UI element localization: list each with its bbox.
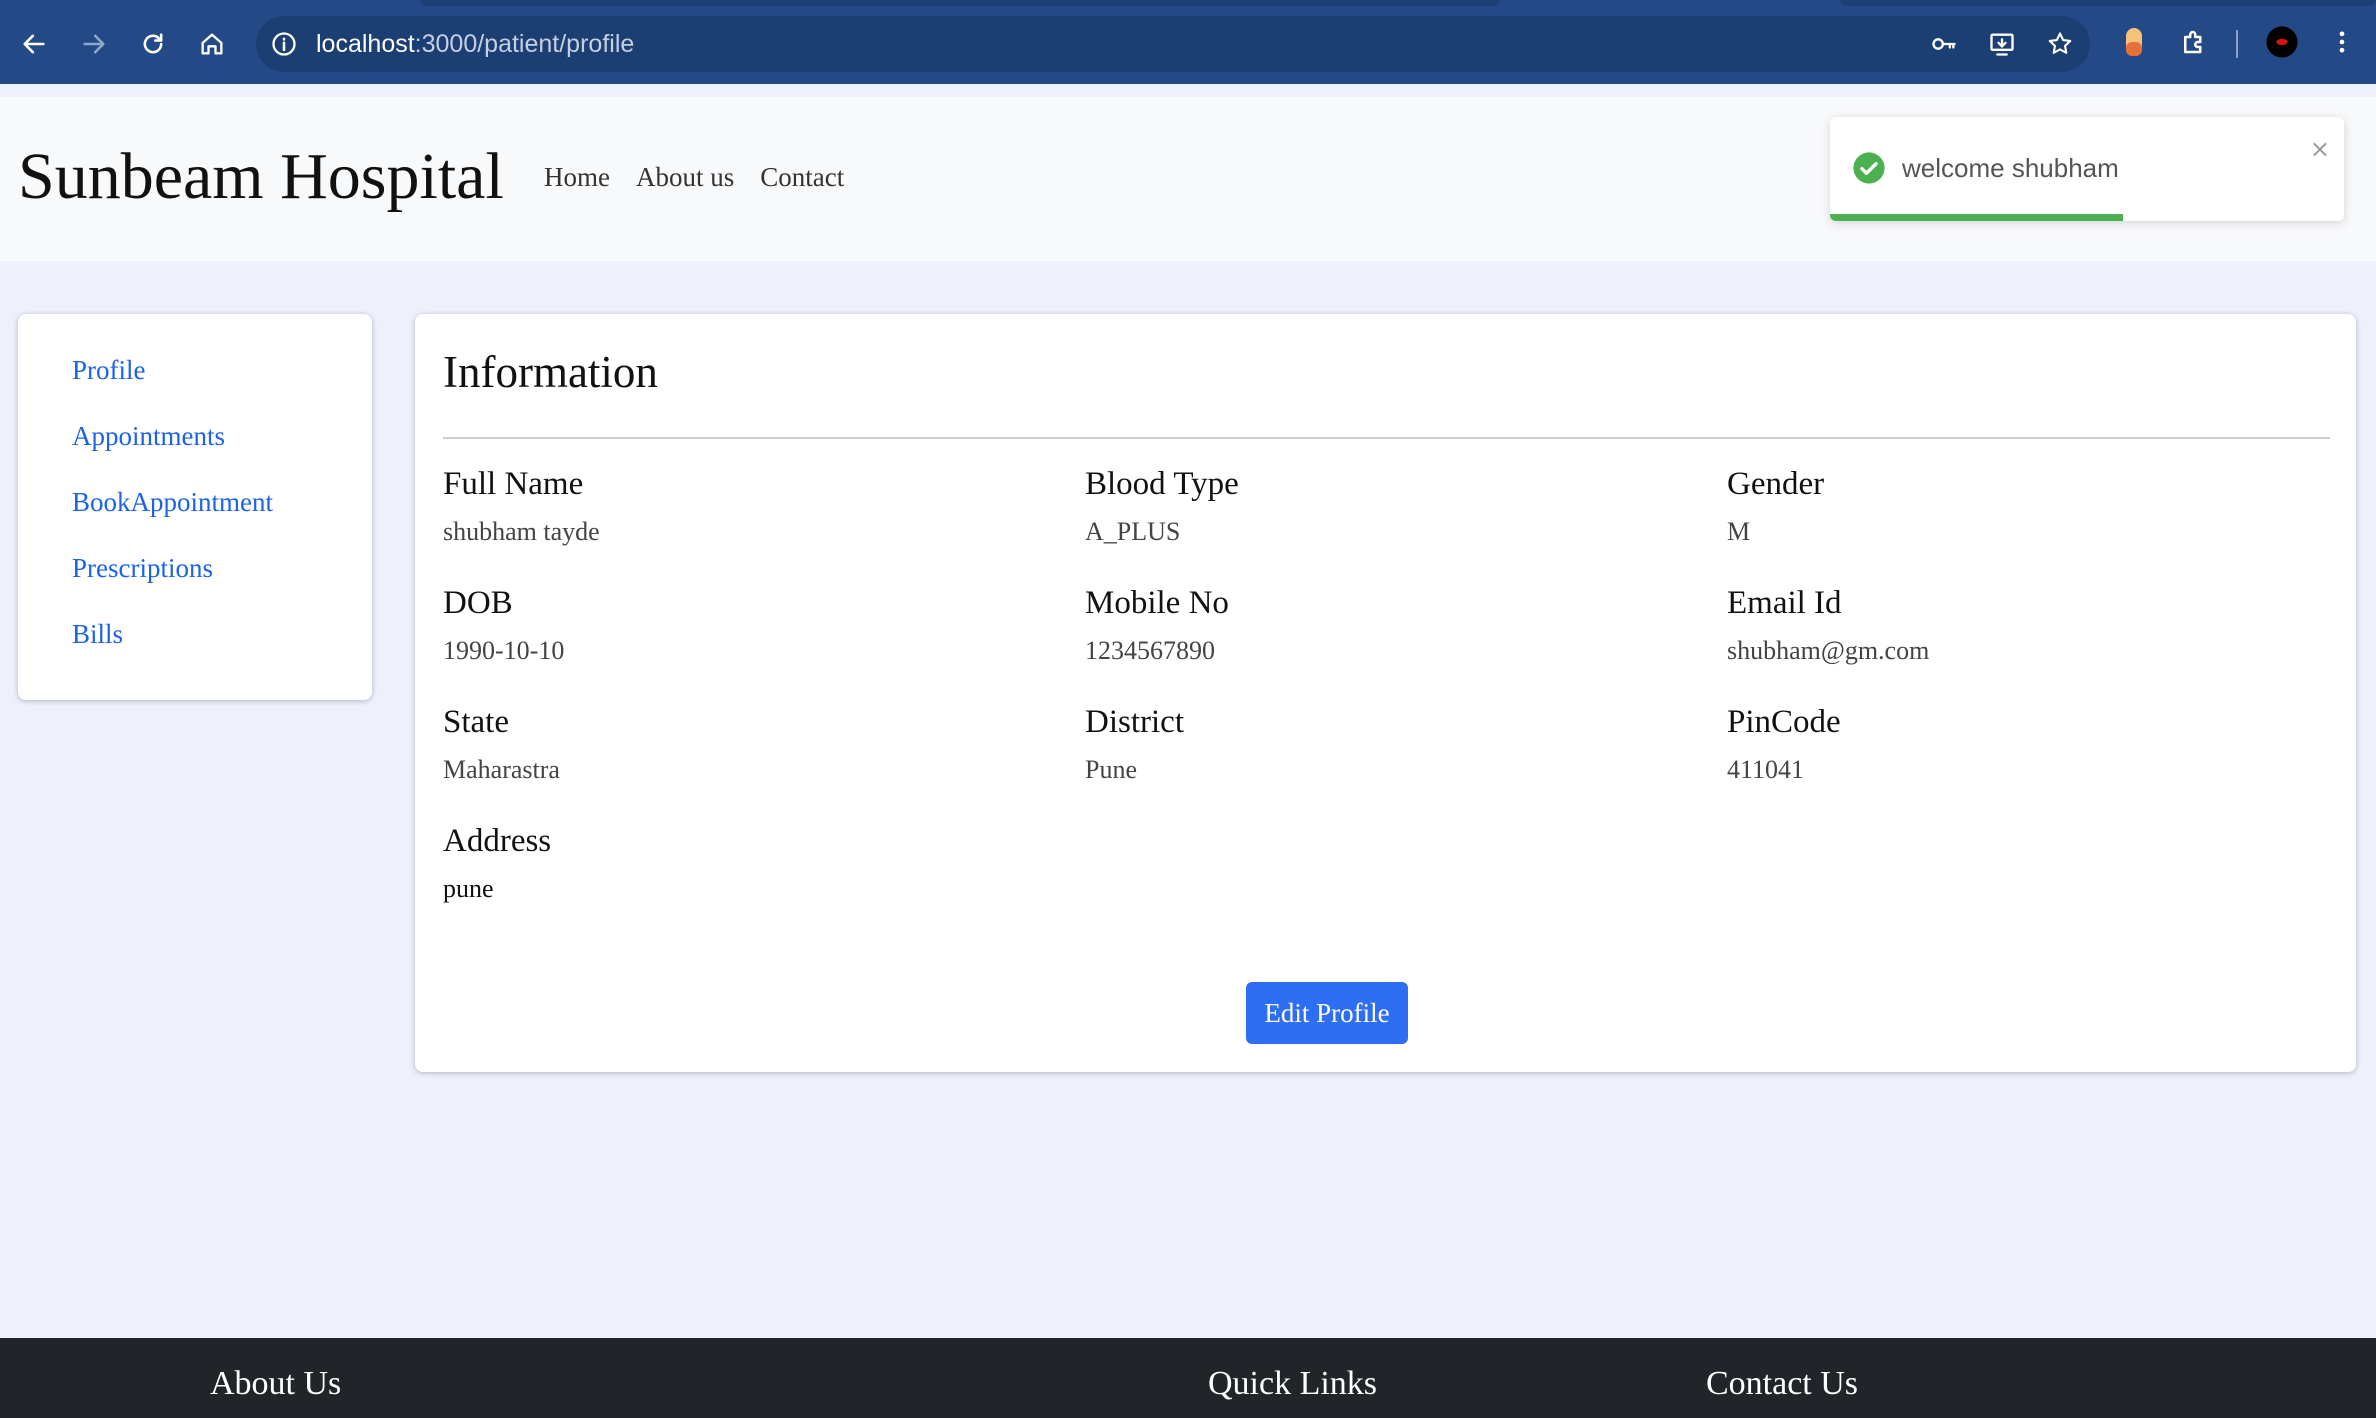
field-value: 1234567890 [1085,636,1215,665]
browser-menu-button[interactable] [2322,22,2362,62]
top-nav: Home About us Contact [544,161,844,193]
footer-quick-links-heading: Quick Links [1208,1365,1378,1402]
footer-contact-heading: Contact Us [1706,1365,1859,1402]
nav-about-link[interactable]: About us [636,161,734,193]
field-value: 411041 [1727,755,1805,784]
profile-card: Information Full Name shubham tayde Bloo… [415,314,2356,1072]
avatar [2266,26,2298,58]
field-value: Maharastra [443,755,560,784]
field-pincode: PinCode 411041 [1727,702,2327,786]
field-label: Address [443,823,552,859]
field-value: A_PLUS [1085,517,1181,546]
sidebar-link-appointments[interactable]: Appointments [72,421,225,451]
field-value: shubham@gm.com [1727,636,1930,665]
back-button[interactable] [12,22,56,66]
field-address: Address pune [443,821,1043,905]
tab-strip-edge [1840,0,2376,6]
field-value: M [1727,517,1751,546]
field-label: Blood Type [1085,466,1239,502]
field-label: District [1085,704,1184,740]
sidebar-link-prescriptions[interactable]: Prescriptions [72,553,213,583]
home-button[interactable] [190,22,234,66]
field-blood-type: Blood Type A_PLUS [1085,464,1685,548]
title-divider [443,437,2330,439]
sidebar-item-prescriptions: Prescriptions [72,552,372,585]
field-label: DOB [443,585,513,621]
sidebar-link-profile[interactable]: Profile [72,355,146,385]
reload-icon [143,33,163,54]
toolbar-divider [2236,30,2238,58]
star-icon[interactable] [2046,30,2074,58]
sidebar-item-profile: Profile [72,354,372,387]
field-value: Pune [1085,755,1137,784]
field-value: 1990-10-10 [443,636,565,665]
field-label: State [443,704,509,740]
nav-home-link[interactable]: Home [544,161,610,193]
key-icon[interactable] [1930,30,1958,58]
toast-message: welcome shubham [1902,153,2119,183]
nav-contact-link[interactable]: Contact [760,161,844,193]
success-check-icon [1853,152,1885,184]
url-host: localhost [316,30,415,58]
footer-about-heading: About Us [210,1365,342,1402]
site-footer: About Us Quick Links Contact Us [0,1338,2376,1418]
field-label: PinCode [1727,704,1841,740]
forward-button[interactable] [72,22,116,66]
field-label: Email Id [1727,585,1842,621]
extension-icon [2126,28,2142,56]
extensions-menu-button[interactable] [2174,22,2214,62]
field-email: Email Id shubham@gm.com [1727,583,2327,667]
toast-progress-bar [1830,214,2123,221]
field-label: Gender [1727,466,1825,502]
arrow-left-icon [23,34,45,54]
url-path: :3000/patient/profile [414,30,635,58]
brand-title[interactable]: Sunbeam Hospital [18,137,504,217]
field-value: pune [443,874,494,903]
field-district: District Pune [1085,702,1685,786]
sidebar: Profile Appointments BookAppointment Pre… [18,314,372,700]
field-dob: DOB 1990-10-10 [443,583,1043,667]
field-mobile: Mobile No 1234567890 [1085,583,1685,667]
sidebar-menu: Profile Appointments BookAppointment Pre… [18,314,372,651]
site-info-icon[interactable] [270,30,298,58]
address-bar[interactable]: localhost:3000/patient/profile [256,16,2090,72]
sidebar-item-bills: Bills [72,618,372,651]
puzzle-icon [2184,30,2202,54]
browser-toolbar: localhost:3000/patient/profile [0,0,2376,84]
home-icon [201,33,223,55]
field-label: Mobile No [1085,585,1229,621]
url-text: localhost:3000/patient/profile [316,16,634,72]
reload-button[interactable] [131,22,175,66]
more-vertical-icon [2339,31,2345,53]
toast-close-button[interactable]: × [2310,137,2330,161]
sidebar-link-book-appointment[interactable]: BookAppointment [72,487,273,517]
sidebar-item-book-appointment: BookAppointment [72,486,372,519]
sidebar-item-appointments: Appointments [72,420,372,453]
field-state: State Maharastra [443,702,1043,786]
field-full-name: Full Name shubham tayde [443,464,1043,548]
field-gender: Gender M [1727,464,2327,548]
extension-button[interactable] [2114,22,2154,62]
welcome-toast: welcome shubham × [1830,117,2344,221]
field-label: Full Name [443,466,584,502]
field-value: shubham tayde [443,517,600,546]
install-app-icon[interactable] [1988,30,2016,58]
card-title: Information [443,347,658,397]
tab-strip-edge [420,0,1500,6]
sidebar-link-bills[interactable]: Bills [72,619,123,649]
arrow-right-icon [83,34,105,54]
edit-profile-button[interactable]: Edit Profile [1246,982,1408,1044]
profile-button[interactable] [2262,22,2302,62]
